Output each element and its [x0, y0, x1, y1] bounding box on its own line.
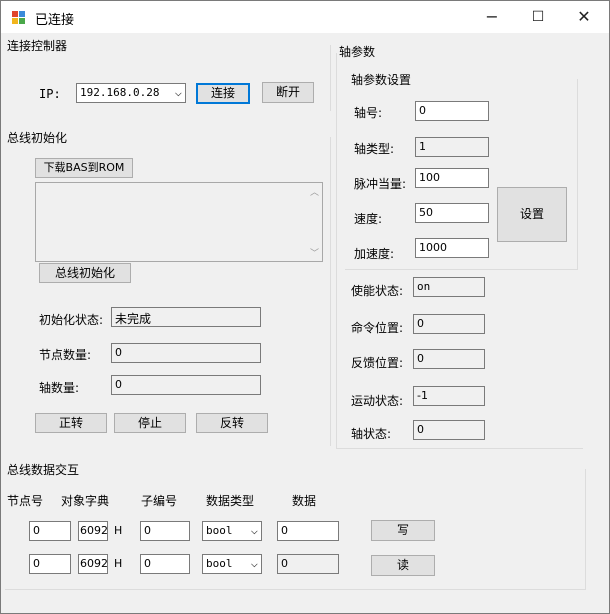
header-node: 节点号 [7, 494, 44, 508]
maximize-button[interactable]: ☐ [515, 1, 561, 33]
axis-type-label: 轴类型: [354, 142, 395, 156]
chevron-down-icon: ⌵ [250, 556, 258, 570]
header-data: 数据 [292, 494, 317, 508]
accel-field[interactable]: 1000 [415, 238, 489, 258]
cmd-pos-field[interactable]: 0 [413, 314, 485, 334]
axis-state-label: 轴状态: [351, 427, 392, 441]
scroll-down-icon[interactable]: ﹀ [310, 246, 319, 259]
speed-label: 速度: [354, 212, 383, 226]
row1-sub-field[interactable]: 0 [140, 521, 190, 541]
enable-status-field[interactable]: on [413, 277, 485, 297]
reverse-button[interactable]: 反转 [196, 413, 268, 433]
row1-node-field[interactable]: 0 [29, 521, 71, 541]
ip-label: IP: [39, 87, 61, 101]
row2-data-field[interactable]: 0 [277, 554, 339, 574]
scroll-up-icon[interactable]: ︿ [310, 185, 319, 198]
header-sub-index: 子编号 [141, 494, 178, 508]
speed-field[interactable]: 50 [415, 203, 489, 223]
forward-button[interactable]: 正转 [35, 413, 107, 433]
set-button[interactable]: 设置 [497, 187, 567, 242]
init-status-field[interactable]: 未完成 [111, 307, 261, 327]
main-window: 已连接 − ☐ ✕ 连接控制器 IP: 192.168.0.28 ⌵ 连接 断开 … [0, 0, 610, 614]
header-data-type: 数据类型 [206, 494, 255, 508]
pulse-field[interactable]: 100 [415, 168, 489, 188]
chevron-down-icon: ⌵ [174, 85, 182, 99]
axis-no-label: 轴号: [354, 106, 383, 120]
connect-button[interactable]: 连接 [196, 83, 250, 104]
pulse-label: 脉冲当量: [354, 177, 407, 191]
axis-count-field[interactable]: 0 [111, 375, 261, 395]
accel-label: 加速度: [354, 247, 395, 261]
node-count-label: 节点数量: [39, 348, 92, 362]
ip-select[interactable]: 192.168.0.28 ⌵ [76, 83, 186, 103]
enable-status-label: 使能状态: [351, 284, 404, 298]
bus-init-button[interactable]: 总线初始化 [39, 263, 131, 283]
axis-no-field[interactable]: 0 [415, 101, 489, 121]
disconnect-button[interactable]: 断开 [262, 82, 314, 103]
row2-type-select[interactable]: bool ⌵ [202, 554, 262, 574]
row1-index-field[interactable]: 6092 [78, 521, 108, 541]
row2-index-field[interactable]: 6092 [78, 554, 108, 574]
output-textarea[interactable]: ︿ ﹀ [35, 182, 323, 262]
row1-hex-label: H [114, 524, 123, 537]
init-status-label: 初始化状态: [39, 313, 104, 327]
row1-type-select[interactable]: bool ⌵ [202, 521, 262, 541]
motion-status-label: 运动状态: [351, 394, 404, 408]
fb-pos-label: 反馈位置: [351, 356, 404, 370]
fb-pos-field[interactable]: 0 [413, 349, 485, 369]
title-bar: 已连接 − ☐ ✕ [1, 1, 609, 33]
axis-type-field[interactable]: 1 [415, 137, 489, 157]
window-title: 已连接 [35, 13, 75, 28]
row2-sub-field[interactable]: 0 [140, 554, 190, 574]
minimize-button[interactable]: − [469, 1, 515, 33]
stop-button[interactable]: 停止 [114, 413, 186, 433]
download-bas-button[interactable]: 下载BAS到ROM [35, 158, 133, 178]
chevron-down-icon: ⌵ [250, 523, 258, 537]
node-count-field[interactable]: 0 [111, 343, 261, 363]
row2-node-field[interactable]: 0 [29, 554, 71, 574]
cmd-pos-label: 命令位置: [351, 321, 404, 335]
axis-count-label: 轴数量: [39, 381, 80, 395]
axis-state-field[interactable]: 0 [413, 420, 485, 440]
app-icon [12, 11, 26, 25]
row2-hex-label: H [114, 557, 123, 570]
write-button[interactable]: 写 [371, 520, 435, 541]
header-object-dict: 对象字典 [61, 494, 110, 508]
motion-status-field[interactable]: -1 [413, 386, 485, 406]
read-button[interactable]: 读 [371, 555, 435, 576]
close-button[interactable]: ✕ [561, 1, 607, 33]
row1-data-field[interactable]: 0 [277, 521, 339, 541]
